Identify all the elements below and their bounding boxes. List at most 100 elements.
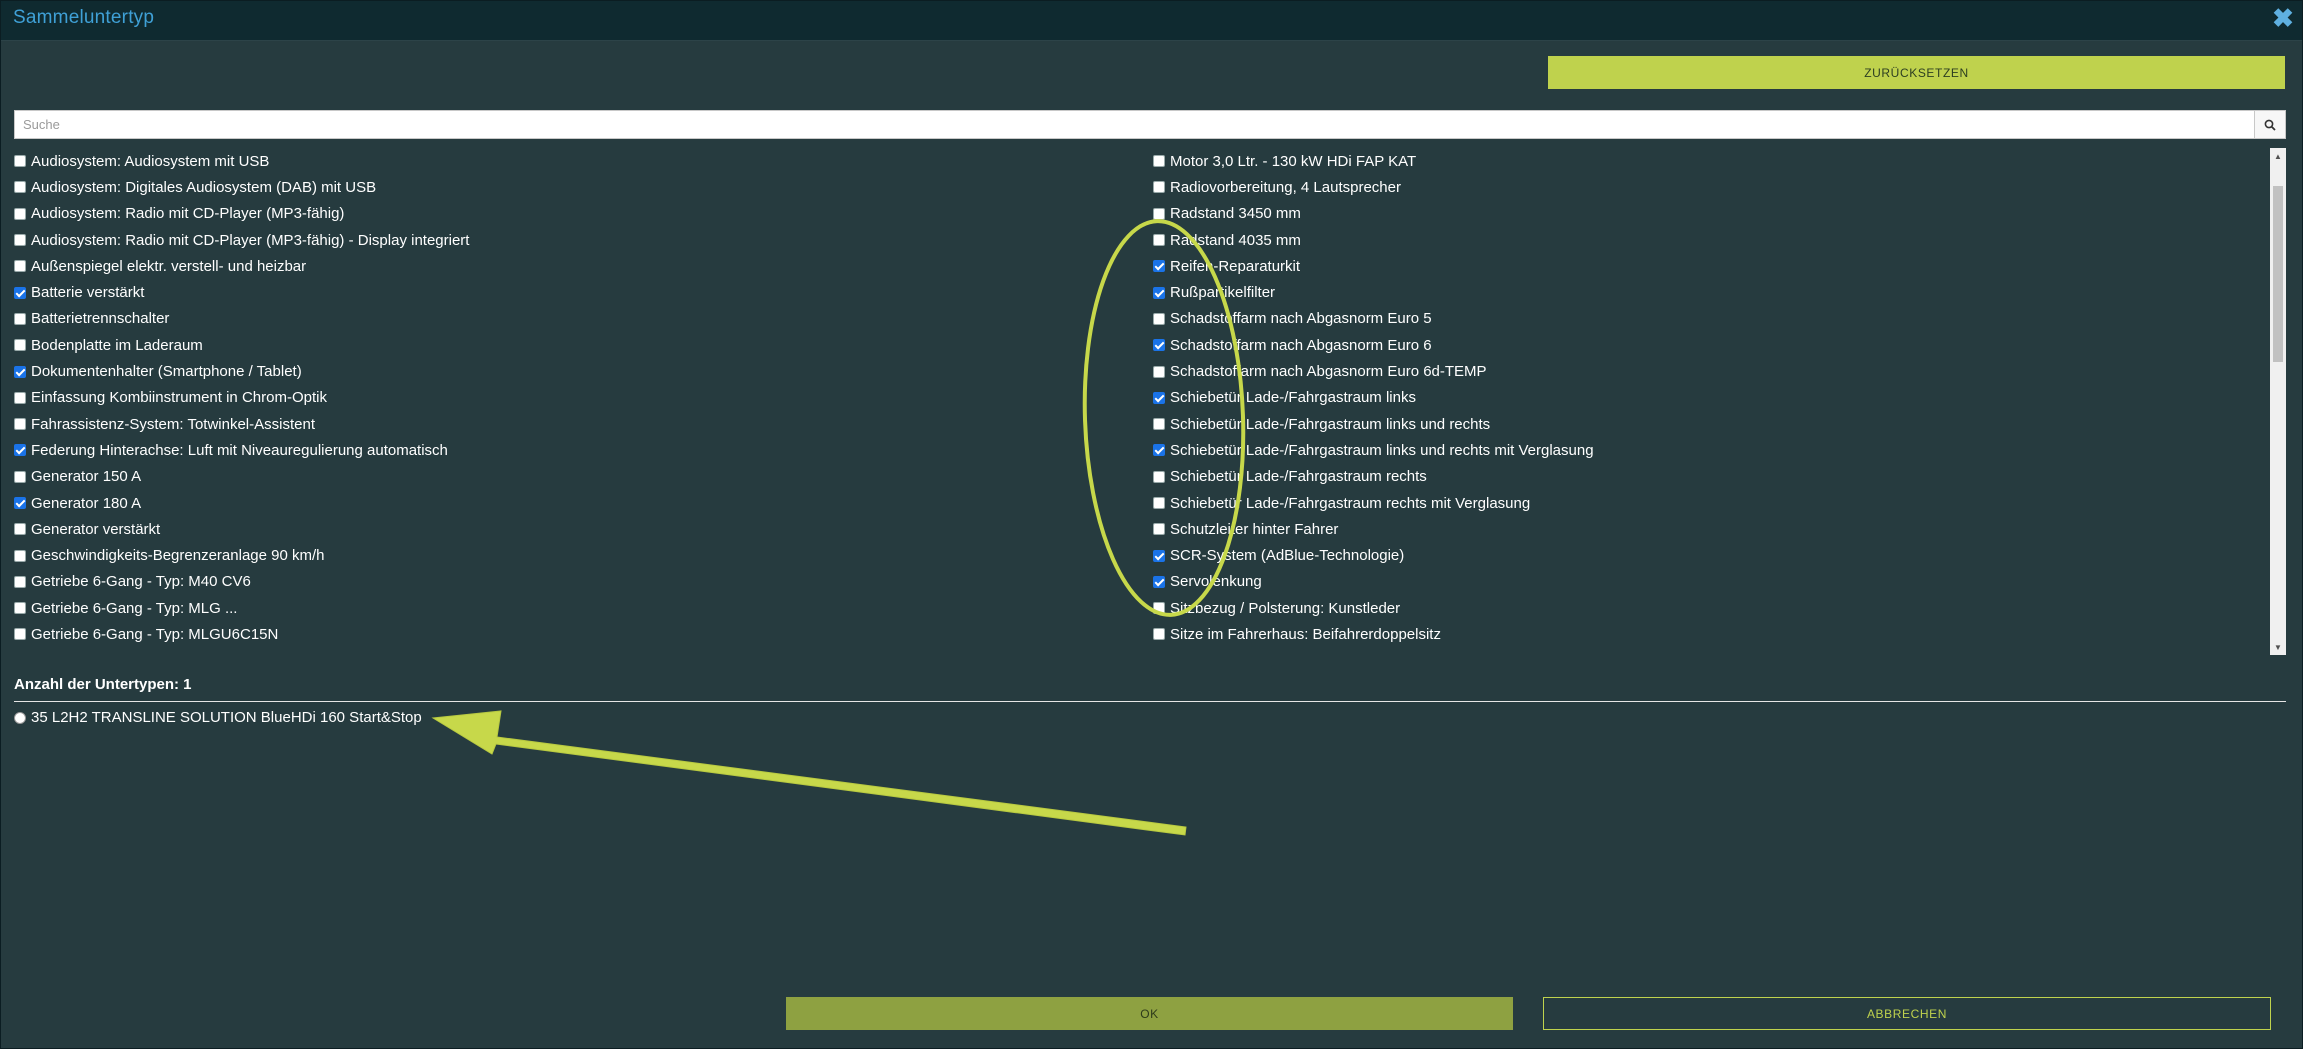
right-option-item[interactable]: Schiebetür Lade-/Fahrgastraum links und … (1153, 411, 1594, 437)
left-option-item[interactable]: Audiosystem: Radio mit CD-Player (MP3-fä… (14, 201, 469, 227)
left-option-item[interactable]: Federung Hinterachse: Luft mit Niveaureg… (14, 437, 469, 463)
checkbox[interactable] (1153, 497, 1165, 509)
right-option-item[interactable]: Sitze im Fahrerhaus: Beifahrerdoppelsitz (1153, 621, 1594, 647)
checkbox[interactable] (14, 339, 26, 352)
checkbox[interactable] (14, 470, 26, 483)
right-option-item[interactable]: Reifen-Reparaturkit (1153, 253, 1594, 279)
checkbox[interactable] (1153, 602, 1165, 615)
subtype-radio[interactable] (14, 711, 26, 724)
checkbox-checked[interactable] (1153, 260, 1165, 273)
right-option-item[interactable]: Schiebetür Lade-/Fahrgastraum links und … (1153, 437, 1594, 463)
cancel-button[interactable]: ABBRECHEN (1543, 997, 2271, 1030)
checkbox-checked[interactable] (1153, 391, 1165, 404)
option-label: Schadstoffarm nach Abgasnorm Euro 6d-TEM… (1170, 363, 1487, 381)
right-option-item[interactable]: Sitzbezug / Polsterung: Kunstleder (1153, 595, 1594, 621)
left-option-item[interactable]: Getriebe 6-Gang - Typ: MLGU6C15N (14, 621, 469, 647)
checkbox[interactable] (14, 181, 26, 194)
checkbox[interactable] (14, 234, 26, 247)
right-option-item[interactable]: Radstand 3450 mm (1153, 201, 1594, 227)
checkbox[interactable] (1153, 181, 1165, 194)
annotation-arrow (431, 710, 1187, 836)
checkbox[interactable] (1153, 207, 1165, 220)
checkbox[interactable] (1153, 470, 1165, 483)
checkbox[interactable] (14, 391, 26, 404)
option-label: Audiosystem: Radio mit CD-Player (MP3-fä… (31, 231, 470, 249)
subtype-label: 35 L2H2 TRANSLINE SOLUTION BlueHDi 160 S… (31, 709, 422, 726)
left-option-item[interactable]: Getriebe 6-Gang - Typ: M40 CV6 (14, 569, 469, 595)
checkbox[interactable] (1153, 155, 1165, 168)
checkbox-checked[interactable] (14, 286, 26, 299)
checkbox[interactable] (14, 155, 26, 168)
left-option-item[interactable]: Audiosystem: Radio mit CD-Player (MP3-fä… (14, 227, 469, 253)
option-label: Radstand 4035 mm (1170, 231, 1301, 249)
left-option-item[interactable]: Audiosystem: Audiosystem mit USB (14, 148, 469, 174)
left-option-item[interactable]: Audiosystem: Digitales Audiosystem (DAB)… (14, 174, 469, 200)
right-option-item[interactable]: Schadstoffarm nach Abgasnorm Euro 6d-TEM… (1153, 358, 1594, 384)
right-option-item[interactable]: SCR-System (AdBlue-Technologie) (1153, 542, 1594, 568)
checkbox[interactable] (14, 418, 26, 431)
checkbox-checked[interactable] (1153, 444, 1165, 457)
left-option-item[interactable]: Generator verstärkt (14, 516, 469, 542)
right-option-item[interactable]: Rußpartikelfilter (1153, 279, 1594, 305)
right-option-item[interactable]: Radstand 4035 mm (1153, 227, 1594, 253)
reset-button[interactable]: ZURÜCKSETZEN (1548, 56, 2285, 89)
ok-button[interactable]: OK (786, 997, 1513, 1030)
close-icon[interactable]: ✖ (2271, 5, 2295, 31)
checkbox[interactable] (1153, 523, 1165, 536)
option-label: Audiosystem: Digitales Audiosystem (DAB)… (31, 178, 377, 196)
left-option-item[interactable]: Dokumentenhalter (Smartphone / Tablet) (14, 358, 469, 384)
checkbox[interactable] (14, 260, 26, 273)
checkbox[interactable] (1153, 365, 1165, 378)
option-list-scrollbar[interactable]: ▲ ▼ (2270, 148, 2286, 655)
checkbox-checked[interactable] (1153, 286, 1165, 299)
left-option-item[interactable]: Außenspiegel elektr. verstell- und heizb… (14, 253, 469, 279)
left-option-item[interactable]: Generator 150 A (14, 464, 469, 490)
subtype-item[interactable]: 35 L2H2 TRANSLINE SOLUTION BlueHDi 160 S… (14, 709, 422, 726)
checkbox[interactable] (14, 523, 26, 536)
option-label: Schadstoffarm nach Abgasnorm Euro 6 (1170, 336, 1432, 354)
chevron-down-icon[interactable]: ▼ (2270, 639, 2286, 655)
chevron-up-icon[interactable]: ▲ (2270, 148, 2286, 164)
right-option-item[interactable]: Radiovorbereitung, 4 Lautsprecher (1153, 174, 1594, 200)
checkbox[interactable] (14, 602, 26, 615)
scrollbar-thumb[interactable] (2273, 186, 2283, 362)
checkbox-checked[interactable] (1153, 549, 1165, 562)
option-label: Schiebetür Lade-/Fahrgastraum links und … (1170, 415, 1491, 433)
right-option-item[interactable]: Schiebetür Lade-/Fahrgastraum links (1153, 385, 1594, 411)
left-option-item[interactable]: Batterietrennschalter (14, 306, 469, 332)
checkbox[interactable] (1153, 628, 1165, 641)
checkbox[interactable] (14, 549, 26, 562)
checkbox-checked[interactable] (1153, 339, 1165, 352)
option-label: Schiebetür Lade-/Fahrgastraum rechts mit… (1170, 494, 1531, 512)
left-option-item[interactable]: Batterie verstärkt (14, 279, 469, 305)
right-option-item[interactable]: Schadstoffarm nach Abgasnorm Euro 5 (1153, 306, 1594, 332)
checkbox[interactable] (1153, 418, 1165, 431)
left-option-item[interactable]: Fahrassistenz-System: Totwinkel-Assisten… (14, 411, 469, 437)
left-option-item[interactable]: Generator 180 A (14, 490, 469, 516)
checkbox-checked[interactable] (14, 444, 26, 457)
checkbox[interactable] (1153, 234, 1165, 247)
right-option-item[interactable]: Motor 3,0 Ltr. - 130 kW HDi FAP KAT (1153, 148, 1594, 174)
checkbox-checked[interactable] (1153, 575, 1165, 588)
left-option-item[interactable]: Geschwindigkeits-Begrenzeranlage 90 km/h (14, 542, 469, 568)
option-label: Getriebe 6-Gang - Typ: MLGU6C15N (31, 625, 279, 643)
right-option-item[interactable]: Schadstoffarm nach Abgasnorm Euro 6 (1153, 332, 1594, 358)
checkbox[interactable] (14, 312, 26, 325)
left-option-item[interactable]: Bodenplatte im Laderaum (14, 332, 469, 358)
left-option-item[interactable]: Einfassung Kombiinstrument in Chrom-Opti… (14, 385, 469, 411)
option-label: Batterietrennschalter (31, 310, 170, 328)
right-option-item[interactable]: Schiebetür Lade-/Fahrgastraum rechts mit… (1153, 490, 1594, 516)
left-option-item[interactable]: Getriebe 6-Gang - Typ: MLG ... (14, 595, 469, 621)
checkbox[interactable] (1153, 312, 1165, 325)
checkbox[interactable] (14, 575, 26, 588)
search-input[interactable] (15, 111, 2255, 138)
checkbox[interactable] (14, 628, 26, 641)
right-option-item[interactable]: Schutzleiter hinter Fahrer (1153, 516, 1594, 542)
checkbox-checked[interactable] (14, 365, 26, 378)
checkbox-checked[interactable] (14, 497, 26, 509)
option-column-left: Audiosystem: Audiosystem mit USB Audiosys… (14, 148, 469, 648)
checkbox[interactable] (14, 207, 26, 220)
search-button[interactable] (2254, 111, 2285, 138)
right-option-item[interactable]: Servolenkung (1153, 569, 1594, 595)
right-option-item[interactable]: Schiebetür Lade-/Fahrgastraum rechts (1153, 464, 1594, 490)
